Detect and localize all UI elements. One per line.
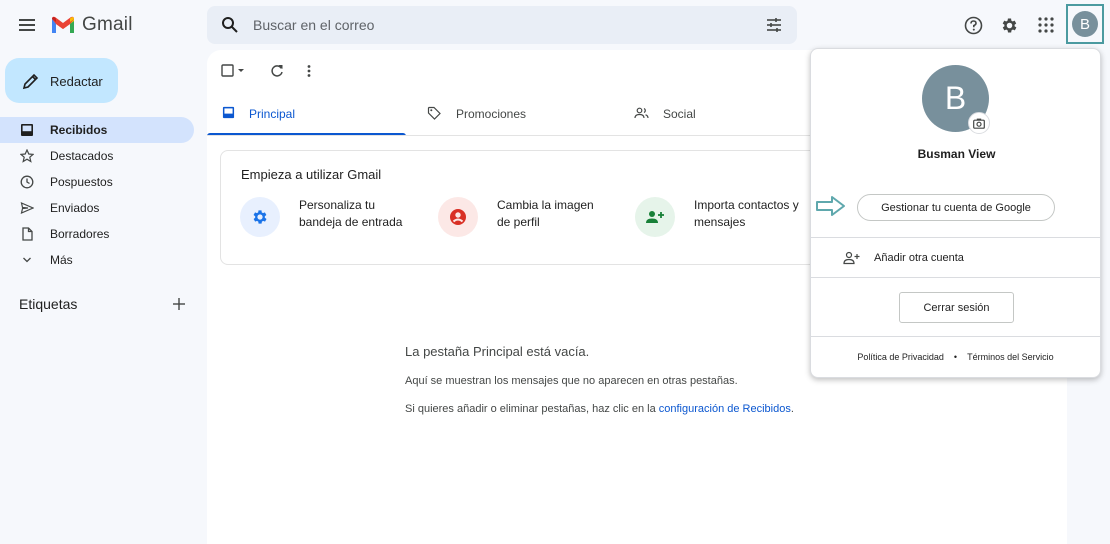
popup-footer: Política de Privacidad • Términos del Se…: [811, 352, 1100, 362]
pencil-icon: [22, 72, 40, 90]
sidebar-nav: Recibidos Destacados Pospuestos Enviados…: [0, 117, 194, 273]
app-name: Gmail: [82, 14, 133, 35]
add-person-icon: [635, 197, 675, 237]
clock-icon: [20, 175, 34, 189]
sidebar-item-snoozed[interactable]: Pospuestos: [0, 169, 194, 195]
footer-separator: •: [953, 352, 958, 362]
search-bar[interactable]: [207, 6, 797, 44]
empty-state-line1: Aquí se muestran los mensajes que no apa…: [405, 375, 738, 387]
get-started-card: Empieza a utilizar Gmail Personaliza tu …: [220, 150, 840, 265]
inbox-icon: [222, 106, 235, 119]
empty-state-line2: Si quieres añadir o eliminar pestañas, h…: [405, 403, 794, 415]
privacy-policy-link[interactable]: Política de Privacidad: [857, 352, 944, 362]
camera-icon[interactable]: [968, 112, 990, 134]
refresh-icon[interactable]: [270, 63, 284, 79]
compose-button[interactable]: Redactar: [5, 58, 118, 103]
apps-grid-icon[interactable]: [1037, 16, 1055, 34]
inbox-settings-link[interactable]: configuración de Recibidos: [659, 403, 791, 415]
sidebar-item-sent[interactable]: Enviados: [0, 195, 194, 221]
account-avatar-button[interactable]: B: [1066, 4, 1104, 44]
draft-icon: [20, 227, 34, 241]
main-menu-icon[interactable]: [17, 15, 37, 35]
terms-of-service-link[interactable]: Términos del Servicio: [967, 352, 1054, 362]
popup-divider: [811, 237, 1100, 238]
add-label-icon[interactable]: [172, 297, 186, 311]
arrow-right-icon: [815, 195, 847, 217]
star-icon: [20, 149, 34, 163]
account-popup: B Busman View Gestionar tu cuenta de Goo…: [810, 48, 1101, 378]
avatar: B: [1072, 11, 1098, 37]
popup-divider: [811, 336, 1100, 337]
more-options-icon[interactable]: [304, 63, 314, 79]
select-all-checkbox[interactable]: [221, 63, 245, 79]
tab-principal[interactable]: Principal: [207, 100, 406, 136]
get-started-title: Empieza a utilizar Gmail: [241, 167, 382, 182]
sidebar-item-more[interactable]: Más: [0, 247, 194, 273]
manage-google-account-button[interactable]: Gestionar tu cuenta de Google: [857, 194, 1055, 221]
sidebar-item-drafts[interactable]: Borradores: [0, 221, 194, 247]
add-account-button[interactable]: Añadir otra cuenta: [811, 239, 1100, 278]
tag-icon: [427, 106, 441, 120]
gear-icon: [240, 197, 280, 237]
search-options-icon[interactable]: [765, 16, 783, 34]
popup-divider: [811, 277, 1100, 278]
settings-gear-icon[interactable]: [1000, 16, 1019, 35]
people-icon: [634, 106, 649, 120]
chevron-down-icon: [20, 253, 34, 267]
tab-promociones[interactable]: Promociones: [427, 100, 627, 136]
add-person-icon: [843, 251, 860, 265]
sidebar-item-starred[interactable]: Destacados: [0, 143, 194, 169]
compose-label: Redactar: [50, 74, 103, 89]
send-icon: [20, 201, 34, 215]
tab-social[interactable]: Social: [634, 100, 814, 136]
account-icon: [438, 197, 478, 237]
sign-out-button[interactable]: Cerrar sesión: [899, 292, 1014, 323]
labels-heading: Etiquetas: [19, 296, 78, 312]
sidebar-item-inbox[interactable]: Recibidos: [0, 117, 194, 143]
account-name: Busman View: [917, 147, 996, 161]
gmail-logo[interactable]: Gmail: [50, 14, 133, 36]
search-icon[interactable]: [221, 16, 239, 34]
empty-state-title: La pestaña Principal está vacía.: [405, 344, 590, 359]
inbox-icon: [20, 123, 34, 137]
gmail-m-icon: [52, 16, 74, 33]
search-input[interactable]: [253, 6, 733, 44]
help-icon[interactable]: [964, 16, 983, 35]
